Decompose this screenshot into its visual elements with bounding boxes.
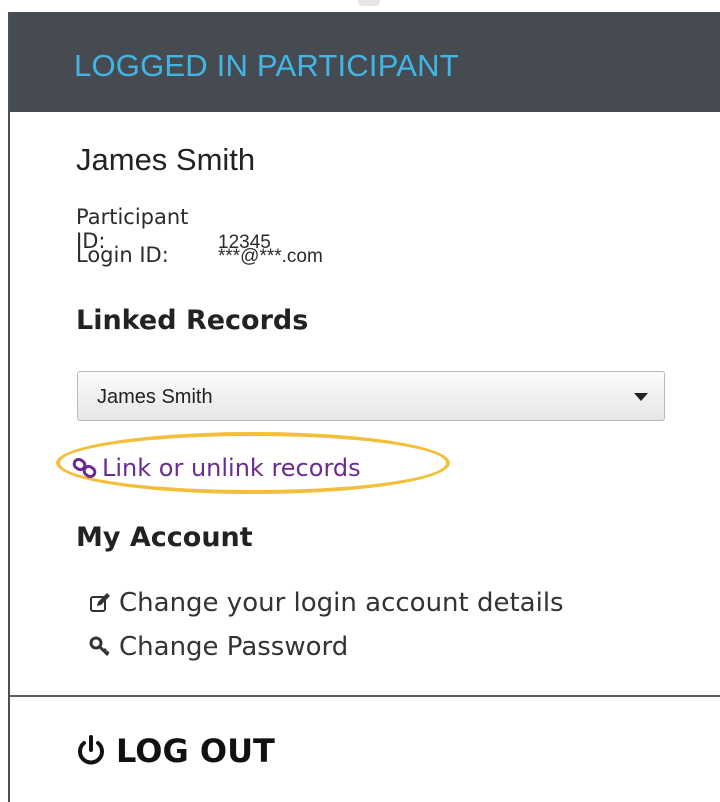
chevron-down-icon <box>634 393 648 401</box>
edit-icon <box>90 593 110 612</box>
link-unlink-records-link[interactable]: Link or unlink records <box>72 454 361 482</box>
divider <box>10 695 720 697</box>
key-icon <box>89 636 110 657</box>
participant-name: James Smith <box>76 142 256 177</box>
participant-panel-screen: LOGGED IN PARTICIPANT James Smith Partic… <box>0 0 720 802</box>
login-id-value: ***@***.com <box>218 246 323 267</box>
linked-records-select[interactable]: James Smith <box>77 371 665 421</box>
login-id-label: Login ID: <box>76 243 169 267</box>
top-notch <box>358 0 380 6</box>
linked-records-title: Linked Records <box>76 305 309 336</box>
top-strip <box>0 0 720 12</box>
change-login-details-label: Change your login account details <box>119 588 564 618</box>
change-login-details-link[interactable]: Change your login account details <box>89 588 564 618</box>
logout-label: LOG OUT <box>116 732 275 770</box>
change-password-label: Change Password <box>119 632 349 662</box>
my-account-title: My Account <box>76 522 253 553</box>
logout-button[interactable]: LOG OUT <box>76 732 275 770</box>
panel-header: LOGGED IN PARTICIPANT <box>10 12 720 112</box>
chain-link-icon <box>72 458 97 478</box>
power-icon <box>78 735 104 765</box>
participant-panel: LOGGED IN PARTICIPANT James Smith Partic… <box>8 12 720 802</box>
login-id-row: Login ID: ***@***.com <box>76 243 323 268</box>
linked-records-selected-value: James Smith <box>97 386 213 408</box>
panel-header-title: LOGGED IN PARTICIPANT <box>74 48 459 83</box>
link-unlink-records-label: Link or unlink records <box>102 454 361 482</box>
change-password-link[interactable]: Change Password <box>89 632 348 662</box>
